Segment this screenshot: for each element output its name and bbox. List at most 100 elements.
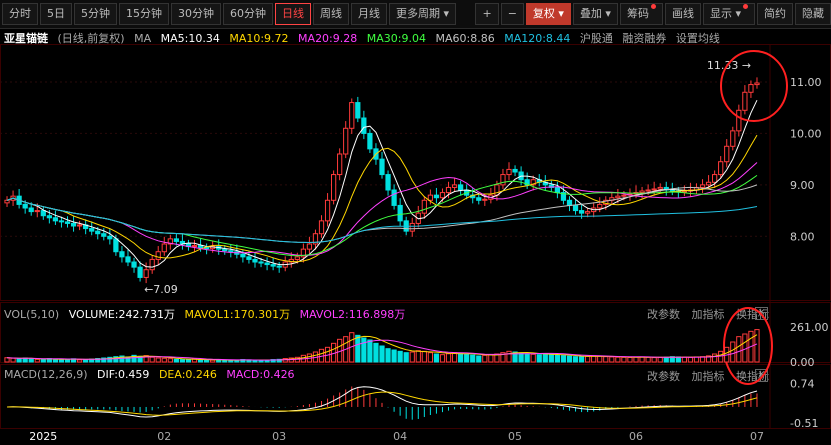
candle-body-124 (754, 82, 760, 86)
candle-body-117 (712, 174, 718, 183)
candle-body-94 (572, 204, 579, 212)
volume-bar-63 (385, 348, 391, 363)
candle-body-20 (125, 256, 131, 263)
candle-body-91 (554, 186, 561, 194)
volume-bar-71 (433, 353, 440, 363)
candle-body-95 (578, 210, 585, 214)
candle-body-26 (161, 243, 167, 253)
candle-body-28 (173, 238, 179, 242)
ma5-line (6, 99, 758, 268)
volume-bar-93 (566, 355, 573, 363)
candle-body-74 (451, 184, 458, 188)
candle-body-7 (46, 215, 52, 219)
candle-body-116 (705, 181, 712, 186)
candle-body-121 (736, 109, 742, 132)
candle-body-48 (294, 256, 300, 260)
candle-body-23 (143, 269, 149, 278)
volume-bar-109 (663, 356, 669, 363)
volume-bar-12 (76, 359, 83, 363)
volume-bar-72 (439, 354, 446, 363)
candle-body-15 (95, 230, 101, 235)
volume-bar-0 (4, 357, 10, 363)
volume-bar-61 (373, 342, 379, 363)
volume-bar-102 (621, 356, 627, 363)
candle-body-0 (4, 199, 10, 204)
candle-body-57 (349, 102, 355, 129)
candle-body-25 (155, 251, 161, 260)
volume-bar-1 (10, 357, 16, 363)
volume-bar-59 (361, 337, 367, 363)
volume-bar-107 (651, 357, 657, 363)
volume-bar-118 (718, 350, 724, 363)
candle-body-84 (512, 168, 518, 173)
candle-body-72 (439, 192, 446, 199)
candle-body-3 (22, 203, 28, 209)
vol-tick-0: 261.00 (790, 321, 829, 334)
panel-frame-2 (0, 364, 831, 429)
candle-body-93 (566, 199, 573, 206)
kline-chart[interactable]: 8.00 9.00 10.00 11.00 ←7.09 11.33 → 261.00 0.00… (0, 0, 831, 445)
volume-bar-64 (391, 349, 397, 363)
candle-body-102 (621, 194, 627, 197)
volume-bar-4 (28, 358, 34, 363)
volume-bar-96 (585, 355, 591, 363)
candle-body-44 (270, 264, 276, 267)
candle-body-54 (330, 174, 337, 201)
x-label-4: 05 (508, 430, 522, 443)
panel-frame-0 (0, 44, 831, 301)
candle-body-73 (445, 186, 452, 194)
volume-bar-88 (536, 354, 542, 363)
x-label-1: 02 (157, 430, 171, 443)
volume-bar-34 (210, 359, 216, 363)
highlight-circle-price (720, 50, 788, 122)
volume-bar-94 (572, 356, 579, 363)
low-price-label: ←7.09 (144, 283, 178, 296)
candle-body-37 (228, 250, 234, 253)
candle-body-53 (324, 199, 331, 222)
candle-body-101 (615, 195, 621, 199)
volume-bar-29 (179, 359, 186, 363)
volume-bar-37 (228, 359, 234, 363)
candle-body-69 (421, 199, 427, 214)
volume-bar-75 (458, 352, 464, 363)
volume-bar-79 (482, 354, 488, 363)
volume-bar-98 (597, 355, 603, 363)
candle-body-52 (318, 220, 325, 235)
candle-body-62 (379, 158, 385, 176)
x-label-3: 04 (393, 430, 407, 443)
candle-body-11 (70, 222, 77, 227)
ma30-line (6, 174, 758, 257)
volume-bar-92 (560, 355, 567, 363)
candle-body-9 (58, 220, 65, 223)
candle-body-56 (343, 127, 349, 155)
volume-bar-124 (754, 329, 760, 363)
volume-bar-26 (161, 357, 167, 363)
candle-body-8 (52, 217, 59, 222)
volume-bar-89 (542, 353, 548, 363)
candle-body-4 (28, 207, 34, 213)
candle-body-42 (258, 261, 264, 264)
volume-bar-66 (403, 352, 409, 363)
volume-bar-78 (476, 355, 482, 363)
volume-bar-100 (609, 356, 615, 363)
high-price-label: 11.33 → (707, 59, 751, 72)
volume-bar-104 (633, 356, 639, 363)
candle-body-83 (506, 168, 512, 176)
volume-bar-28 (173, 358, 179, 363)
candle-body-10 (64, 221, 71, 224)
candle-body-58 (355, 102, 361, 119)
volume-bar-86 (524, 353, 530, 363)
candle-body-24 (149, 258, 155, 271)
x-label-6: 07 (750, 430, 764, 443)
volume-bar-74 (451, 352, 458, 363)
candle-body-5 (34, 210, 40, 213)
volume-bar-103 (627, 356, 633, 363)
candle-body-14 (89, 228, 95, 232)
candle-body-40 (246, 256, 252, 260)
price-tick-2: 10.00 (790, 127, 822, 140)
candle-body-17 (107, 235, 113, 240)
candle-body-41 (252, 258, 258, 263)
candle-body-79 (482, 198, 488, 201)
volume-bar-27 (167, 358, 173, 363)
volume-bar-122 (742, 333, 748, 363)
